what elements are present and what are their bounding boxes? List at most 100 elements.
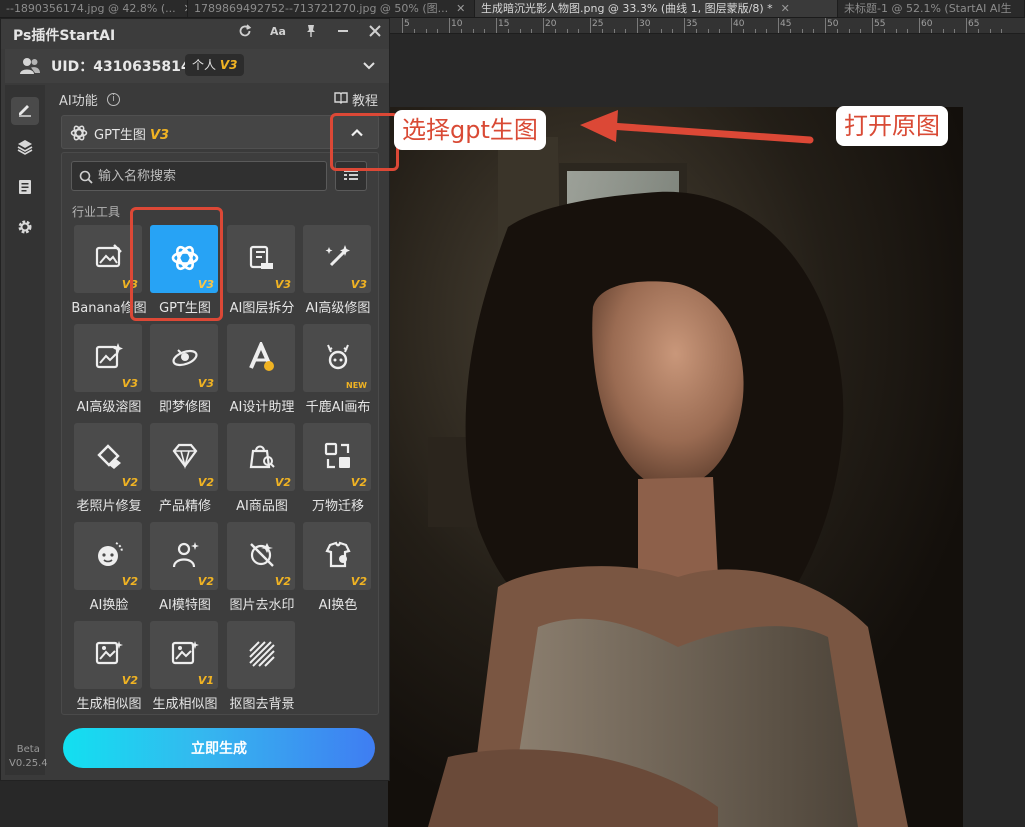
tool-item[interactable]: NEW 千鹿AI画布 <box>301 324 377 418</box>
tool-tile[interactable]: NEW <box>303 324 371 392</box>
ruler-minor-tick <box>437 29 439 33</box>
ruler-minor-tick <box>742 29 744 33</box>
close-icon[interactable]: ✕ <box>781 0 790 17</box>
tool-version-badge: V2 <box>197 575 214 588</box>
tutorial-link[interactable]: 教程 <box>334 90 378 109</box>
user-info-bar[interactable]: UID：4310635814 个人 V3 <box>5 49 389 83</box>
doc-tab-4[interactable]: 未标题-1 @ 52.1% (StartAI AI生 <box>838 0 1025 17</box>
ruler-tick <box>402 18 403 33</box>
sidebar-item-layers[interactable] <box>11 135 39 163</box>
refresh-icon[interactable] <box>235 24 255 44</box>
chevron-down-icon[interactable] <box>361 57 377 73</box>
tool-tile[interactable]: V2 <box>150 423 218 491</box>
search-input[interactable] <box>98 162 322 190</box>
tool-item[interactable]: V2 AI换脸 <box>72 522 148 616</box>
tool-tile[interactable]: V3 <box>303 225 371 293</box>
ruler-minor-tick <box>460 29 462 33</box>
tool-name: AI设计助理 <box>229 400 295 415</box>
ruler-minor-tick <box>695 29 697 33</box>
tool-item[interactable]: V3 AI高级修图 <box>301 225 377 319</box>
tool-tile[interactable]: V3 <box>227 225 295 293</box>
tool-tile[interactable] <box>227 621 295 689</box>
tool-item[interactable]: V2 老照片修复 <box>72 423 148 517</box>
ruler-minor-tick <box>766 29 768 33</box>
ruler-minor-tick <box>625 29 627 33</box>
ruler-minor-tick <box>578 29 580 33</box>
ruler-minor-tick <box>1001 29 1003 33</box>
tool-item[interactable]: V2 AI模特图 <box>148 522 224 616</box>
tool-name: 生成相似图 <box>152 697 218 712</box>
tool-item[interactable]: V3 AI图层拆分 <box>225 225 301 319</box>
ruler-minor-tick <box>707 29 709 33</box>
ruler-tick <box>637 18 638 33</box>
dropdown-label: GPT生图 <box>94 128 146 143</box>
tool-tile[interactable]: V2 <box>74 621 142 689</box>
tool-tile[interactable]: V2 <box>74 522 142 590</box>
edit-icon <box>17 101 33 121</box>
callout-select-gpt: 选择gpt生图 <box>394 110 546 150</box>
layer-split-icon <box>247 243 277 273</box>
tool-item[interactable]: V2 万物迁移 <box>301 423 377 517</box>
ruler-minor-tick <box>977 29 979 33</box>
tool-name: AI商品图 <box>236 499 288 514</box>
ruler-minor-tick <box>413 29 415 33</box>
ruler-number: 10 <box>451 19 463 29</box>
sidebar-item-documents[interactable] <box>11 175 39 203</box>
doc-tab-1[interactable]: --1890356174.jpg @ 42.8% (... ✕ <box>0 0 188 17</box>
callout-open-original: 打开原图 <box>836 106 948 146</box>
tool-name: 图片去水印 <box>229 598 295 613</box>
tool-version-badge: V2 <box>121 476 138 489</box>
design-assistant-icon <box>247 339 277 372</box>
sidebar-item-ai-functions[interactable] <box>11 97 39 125</box>
tool-item[interactable]: 抠图去背景 <box>225 621 301 715</box>
ruler-minor-tick <box>954 29 956 33</box>
tool-tile[interactable]: V3 <box>150 324 218 392</box>
plan-label: 个人 <box>192 58 217 72</box>
photo-repair-icon <box>94 441 124 471</box>
tool-item[interactable]: V3 AI高级溶图 <box>72 324 148 418</box>
close-icon[interactable] <box>365 24 385 44</box>
ruler-minor-tick <box>989 29 991 33</box>
plan-badge: 个人 V3 <box>185 54 245 76</box>
font-size-icon[interactable]: Aa <box>269 24 289 44</box>
face-swap-icon <box>94 540 124 570</box>
tool-item[interactable]: V3 即梦修图 <box>148 324 224 418</box>
tool-item[interactable]: V2 AI商品图 <box>225 423 301 517</box>
tool-tile[interactable]: V2 <box>150 522 218 590</box>
tool-tile[interactable]: V2 <box>74 423 142 491</box>
tool-tile[interactable]: V3 <box>74 324 142 392</box>
sidebar-item-settings[interactable] <box>11 215 39 243</box>
tool-item[interactable]: V1 生成相似图 <box>148 621 224 715</box>
tool-tile[interactable] <box>227 324 295 392</box>
info-icon[interactable]: i <box>107 93 120 106</box>
tool-version-badge: V2 <box>121 674 138 687</box>
tool-tile[interactable]: V2 <box>303 522 371 590</box>
doc-tab-2[interactable]: 1789869492752--713721270.jpg @ 50% (图...… <box>188 0 475 17</box>
ruler-minor-tick <box>472 29 474 33</box>
tool-item[interactable]: AI设计助理 <box>225 324 301 418</box>
ruler-number: 40 <box>733 19 745 29</box>
generate-button[interactable]: 立即生成 <box>63 728 375 768</box>
panel-titlebar[interactable]: Ps插件StartAI Aa <box>1 19 389 49</box>
portrait-photo <box>388 107 963 827</box>
pin-icon[interactable] <box>301 24 321 44</box>
model-icon <box>170 540 200 570</box>
tool-item[interactable]: V2 图片去水印 <box>225 522 301 616</box>
doc-tab-active[interactable]: 生成暗沉光影人物图.png @ 33.3% (曲线 1, 图层蒙版/8) * ✕ <box>475 0 838 17</box>
search-box[interactable] <box>71 161 327 191</box>
ruler-tick <box>684 18 685 33</box>
horizontal-ruler[interactable]: 5 10 15 20 25 30 35 40 45 50 55 60 65 <box>390 18 1025 34</box>
tool-tile[interactable]: V1 <box>150 621 218 689</box>
tool-tile[interactable]: V2 <box>227 423 295 491</box>
close-icon[interactable]: ✕ <box>456 0 465 17</box>
tool-tile[interactable]: V2 <box>227 522 295 590</box>
tool-item[interactable]: V2 生成相似图 <box>72 621 148 715</box>
tool-item[interactable]: V2 产品精修 <box>148 423 224 517</box>
ruler-minor-tick <box>554 29 556 33</box>
minimize-icon[interactable] <box>333 24 353 44</box>
tool-item[interactable]: V2 AI换色 <box>301 522 377 616</box>
tool-version-badge: V3 <box>197 377 214 390</box>
ruler-number: 45 <box>780 19 792 29</box>
tool-tile[interactable]: V2 <box>303 423 371 491</box>
annotation-arrow <box>580 110 814 144</box>
